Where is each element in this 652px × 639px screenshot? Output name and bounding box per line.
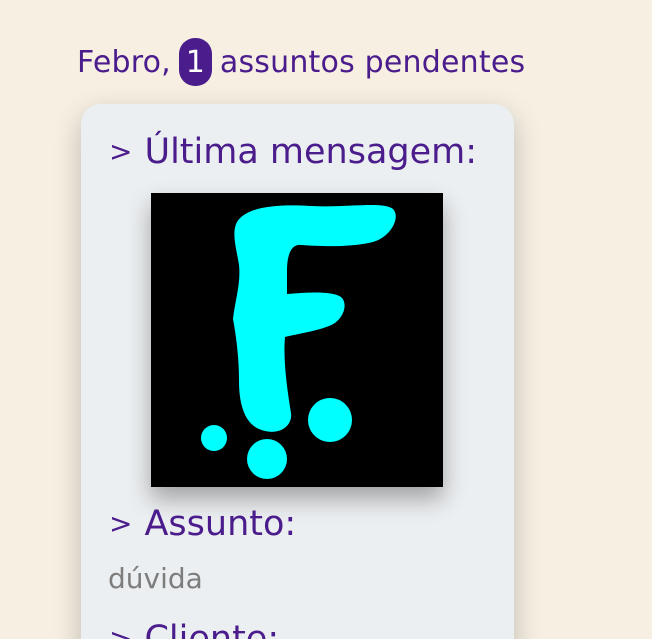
client-label: Cliente: — [144, 619, 280, 639]
subject-label: Assunto: — [144, 504, 297, 544]
last-message-heading: > Última mensagem: — [109, 132, 477, 172]
f-brand-logo-icon — [151, 193, 443, 487]
message-image[interactable] — [151, 193, 443, 487]
greeting-line: Febro, 1 assuntos pendentes — [77, 38, 525, 86]
pending-count-badge[interactable]: 1 — [178, 38, 212, 86]
chevron-right-icon: > — [109, 621, 133, 639]
last-message-label: Última mensagem: — [144, 132, 478, 172]
user-name: Febro, — [77, 44, 171, 80]
page: Febro, 1 assuntos pendentes > Última men… — [0, 0, 652, 639]
message-card[interactable]: > Última mensagem: > Assunto: dúvida > C… — [81, 104, 514, 639]
subject-value: dúvida — [108, 562, 203, 595]
pending-text: assuntos pendentes — [219, 44, 526, 80]
client-heading: > Cliente: — [109, 619, 279, 639]
chevron-right-icon: > — [109, 506, 133, 540]
subject-heading: > Assunto: — [109, 504, 296, 544]
chevron-right-icon: > — [109, 134, 133, 168]
